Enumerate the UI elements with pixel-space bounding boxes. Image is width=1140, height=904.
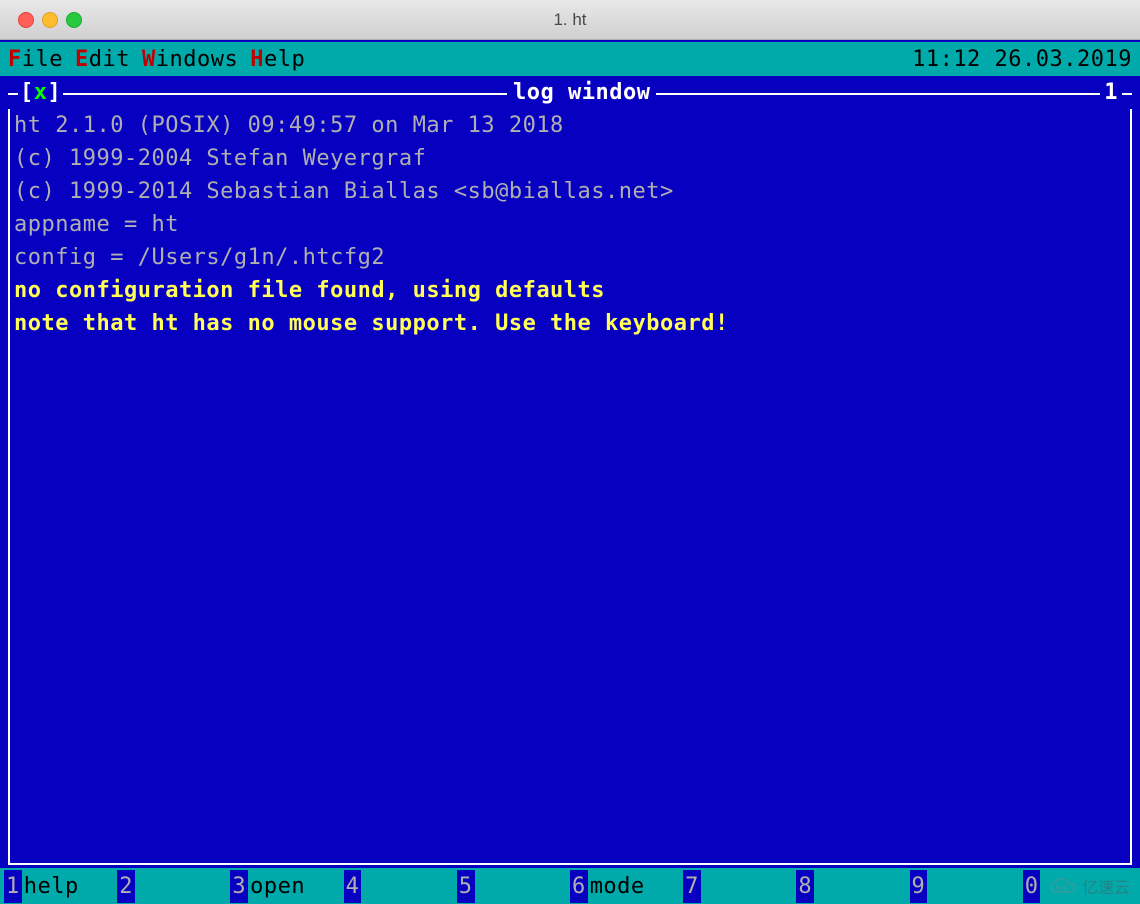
menu-hotkey: H: [250, 47, 264, 72]
function-key-bar: 1help 2 3open 4 5 6mode 7 8 9 0: [0, 868, 1140, 904]
clock: 11:12 26.03.2019: [912, 43, 1136, 76]
log-line: (c) 1999-2004 Stefan Weyergraf: [14, 142, 1126, 175]
log-line: config = /Users/g1n/.htcfg2: [14, 241, 1126, 274]
fkey-number: 2: [117, 870, 135, 903]
menu-windows[interactable]: Windows: [142, 43, 238, 76]
fkey-number: 4: [344, 870, 362, 903]
fkey-label: mode: [590, 870, 645, 903]
window-number: 1: [1100, 76, 1122, 109]
frame-title: log window: [507, 76, 656, 109]
fkey-7[interactable]: 7: [683, 870, 796, 903]
log-line: no configuration file found, using defau…: [14, 274, 1126, 307]
log-line: ht 2.1.0 (POSIX) 09:49:57 on Mar 13 2018: [14, 109, 1126, 142]
terminal: File Edit Windows Help 11:12 26.03.2019 …: [0, 40, 1140, 904]
frame-top: [x] log window 1: [8, 76, 1132, 109]
fkey-number: 9: [910, 870, 928, 903]
menu-list: File Edit Windows Help: [4, 43, 305, 76]
fkey-label: help: [24, 870, 79, 903]
zoom-window-button[interactable]: [66, 12, 82, 28]
menu-label: ile: [22, 47, 63, 72]
log-line: (c) 1999-2014 Sebastian Biallas <sb@bial…: [14, 175, 1126, 208]
fkey-8[interactable]: 8: [796, 870, 909, 903]
fkey-2[interactable]: 2: [117, 870, 230, 903]
fkey-number: 1: [4, 870, 22, 903]
fkey-number: 6: [570, 870, 588, 903]
log-line: appname = ht: [14, 208, 1126, 241]
menu-label: elp: [264, 47, 305, 72]
fkey-0[interactable]: 0: [1023, 870, 1136, 903]
fkey-6[interactable]: 6mode: [570, 870, 683, 903]
menu-label: dit: [89, 47, 130, 72]
log-body: ht 2.1.0 (POSIX) 09:49:57 on Mar 13 2018…: [8, 109, 1132, 865]
fkey-number: 5: [457, 870, 475, 903]
log-window: [x] log window 1 ht 2.1.0 (POSIX) 09:49:…: [8, 76, 1132, 862]
fkey-3[interactable]: 3open: [230, 870, 343, 903]
menu-file[interactable]: File: [8, 43, 63, 76]
menu-help[interactable]: Help: [250, 43, 305, 76]
traffic-lights: [0, 12, 82, 28]
menu-hotkey: E: [75, 47, 89, 72]
fkey-1[interactable]: 1help: [4, 870, 117, 903]
fkey-number: 0: [1023, 870, 1041, 903]
fkey-label: open: [250, 870, 305, 903]
menu-label: indows: [156, 47, 238, 72]
menu-hotkey: W: [142, 47, 156, 72]
minimize-window-button[interactable]: [42, 12, 58, 28]
fkey-9[interactable]: 9: [910, 870, 1023, 903]
titlebar: 1. ht: [0, 0, 1140, 40]
menubar: File Edit Windows Help 11:12 26.03.2019: [0, 42, 1140, 76]
close-window-button[interactable]: [18, 12, 34, 28]
fkey-5[interactable]: 5: [457, 870, 570, 903]
menu-edit[interactable]: Edit: [75, 43, 130, 76]
fkey-number: 8: [796, 870, 814, 903]
log-line: note that ht has no mouse support. Use t…: [14, 307, 1126, 340]
window-title: 1. ht: [0, 10, 1140, 30]
close-icon: x: [34, 80, 48, 105]
fkey-4[interactable]: 4: [344, 870, 457, 903]
menu-hotkey: F: [8, 47, 22, 72]
window-close-control[interactable]: [x]: [18, 76, 63, 109]
fkey-number: 7: [683, 870, 701, 903]
fkey-number: 3: [230, 870, 248, 903]
